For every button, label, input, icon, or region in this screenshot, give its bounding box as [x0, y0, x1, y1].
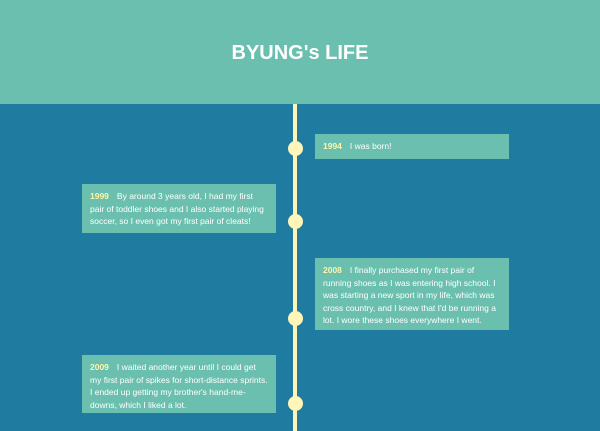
timeline-entry: 1999 By around 3 years old, I had my firs… — [82, 184, 276, 233]
timeline-entry: 2008 I finally purchased my first pair of… — [315, 258, 509, 330]
timeline-dot — [288, 214, 303, 229]
entry-year: 2008 — [323, 265, 342, 275]
timeline-entry: 2009 I waited another year until I could … — [82, 355, 276, 413]
entry-text: By around 3 years old, I had my first pa… — [90, 191, 264, 226]
timeline-dot — [288, 141, 303, 156]
entry-year: 1999 — [90, 191, 109, 201]
entry-text: I waited another year until I could get … — [90, 362, 268, 410]
header-banner: BYUNG's LIFE — [0, 0, 600, 104]
timeline-dot — [288, 396, 303, 411]
timeline-dot — [288, 311, 303, 326]
entry-year: 2009 — [90, 362, 109, 372]
page-title: BYUNG's LIFE — [231, 42, 369, 64]
entry-text: I finally purchased my first pair of run… — [323, 265, 496, 325]
entry-year: 1994 — [323, 141, 342, 151]
entry-text: I was born! — [349, 141, 392, 151]
timeline-entry: 1994 I was born! — [315, 134, 509, 159]
